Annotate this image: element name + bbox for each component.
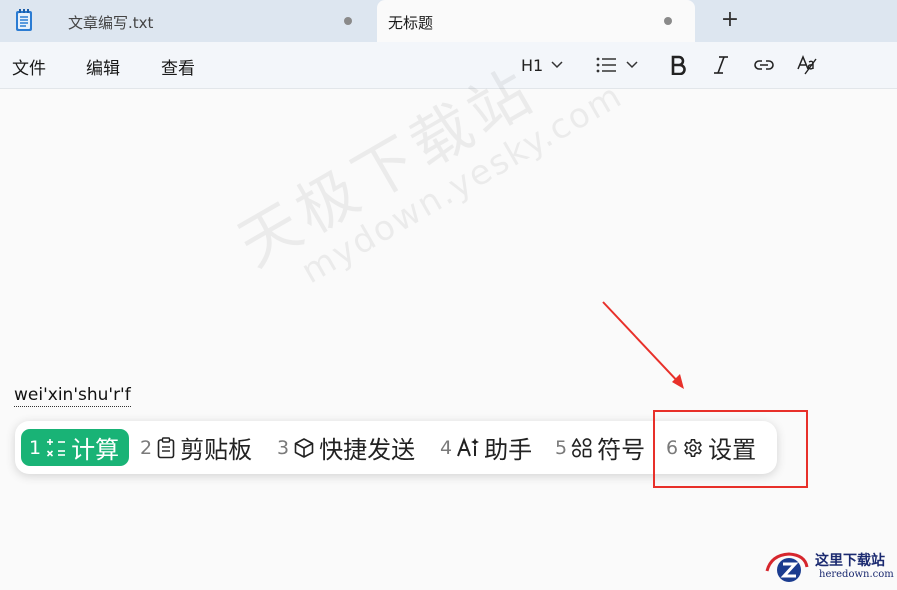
tab-title: 文章编写.txt [68,14,154,32]
italic-icon [714,56,728,74]
candidate-number: 1 [29,436,42,459]
annotation-arrow [602,301,684,389]
editor-area[interactable]: 天极下载站 mydown.yesky.com wei'xin'shu'r'f [0,55,897,586]
logo-z-icon [765,552,809,582]
link-icon [754,60,774,70]
candidate-calculate[interactable]: 1 计算 [21,429,130,466]
candidate-number: 3 [277,436,290,459]
logo-subtext: heredown.com [819,569,894,580]
menu-file[interactable]: 文件 [12,54,46,79]
candidate-quick-send[interactable]: 3 快捷发送 [277,429,415,466]
chevron-down-icon [551,61,563,69]
tab-article[interactable]: 文章编写.txt [48,0,370,42]
notepad-app-icon [16,9,32,31]
tab-untitled[interactable]: 无标题 [377,0,695,42]
composition-text: wei'xin'shu'r'f [14,385,131,407]
title-bar: 文章编写.txt 无标题 + [0,0,897,42]
watermark-line-2: mydown.yesky.com [294,75,630,292]
candidate-label: 符号 [597,436,646,464]
unsaved-dot-icon[interactable] [664,17,672,25]
tab-title: 无标题 [388,14,434,32]
bold-icon [671,55,686,75]
new-tab-button[interactable]: + [716,6,744,34]
heading-label: H1 [521,55,544,75]
list-dropdown[interactable] [596,50,638,80]
candidate-label: 助手 [484,436,533,464]
chevron-down-icon [626,61,638,69]
clipboard-icon [156,436,176,459]
link-button[interactable] [753,50,775,80]
menu-bar: 文件 编辑 查看 H1 [0,42,897,89]
candidate-label: 快捷发送 [319,436,416,464]
cube-icon [293,437,315,459]
calculator-icon [45,437,67,459]
site-logo: 这里下载站 heredown.com [763,549,897,586]
ai-icon [456,436,480,459]
heading-dropdown[interactable]: H1 [521,50,563,80]
candidate-number: 2 [140,436,153,459]
logo-text: 这里下载站 [815,553,885,569]
menu-edit[interactable]: 编辑 [86,54,120,79]
candidate-label: 剪贴板 [180,436,253,464]
symbols-icon [571,437,593,459]
candidate-clipboard[interactable]: 2 剪贴板 [140,429,252,466]
candidate-number: 5 [555,436,568,459]
spellcheck-button[interactable] [796,50,818,80]
list-icon [596,57,616,73]
bold-button[interactable] [670,50,686,80]
unsaved-dot-icon[interactable] [344,17,352,25]
candidate-assistant[interactable]: 4 助手 [440,429,532,466]
menu-view[interactable]: 查看 [161,54,195,79]
candidate-symbols[interactable]: 5 符号 [555,429,645,466]
italic-button[interactable] [713,50,729,80]
spellcheck-icon [797,55,817,75]
candidate-number: 4 [440,436,453,459]
annotation-highlight-box [653,410,808,488]
candidate-label: 计算 [71,436,120,464]
